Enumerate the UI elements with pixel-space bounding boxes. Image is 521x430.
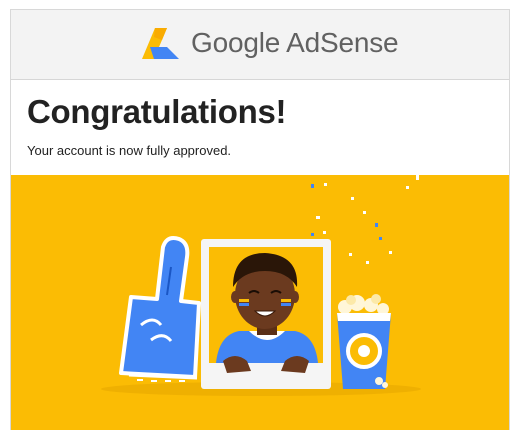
logo-text: Google AdSense: [191, 27, 399, 58]
celebration-banner: [11, 175, 509, 430]
approval-message: Your account is now fully approved.: [27, 143, 232, 158]
popcorn-icon: [337, 294, 391, 389]
foam-finger-icon: [119, 236, 201, 382]
celebration-illustration: [101, 175, 421, 396]
page-title: Congratulations!: [27, 93, 287, 130]
email-header: Google AdSense: [11, 10, 509, 80]
photo-frame: [201, 239, 331, 389]
email-card: Google AdSense Congratulations! Your acc…: [10, 9, 510, 430]
adsense-logo-icon: [142, 28, 179, 59]
